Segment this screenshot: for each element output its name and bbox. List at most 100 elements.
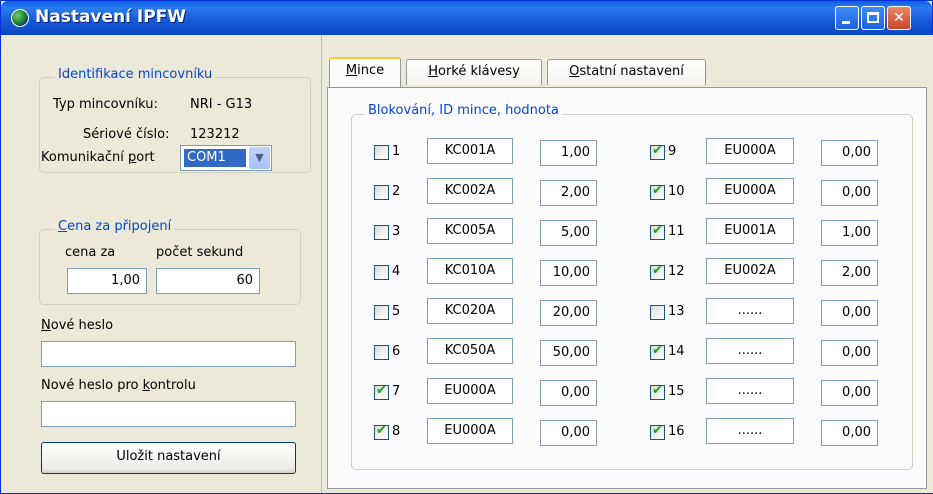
- coin-block-checkbox[interactable]: ✔: [650, 183, 665, 200]
- port-select-value: COM1: [184, 149, 246, 167]
- coin-number: 2: [392, 184, 401, 199]
- coin-id-input[interactable]: KC020A: [427, 298, 513, 324]
- coin-id-input[interactable]: KC010A: [427, 258, 513, 284]
- coin-block-checkbox[interactable]: ✔: [650, 423, 665, 440]
- confirm-password-label: Nové heslo pro kontrolu: [41, 378, 196, 393]
- checkmark-icon: ✔: [652, 383, 663, 398]
- coin-value-input[interactable]: 2,00: [540, 180, 597, 206]
- coin-value-input[interactable]: 0,00: [821, 380, 878, 406]
- price-legend: Cena za připojení: [55, 219, 175, 234]
- coin-id-input[interactable]: ......: [706, 378, 794, 404]
- coin-value-input[interactable]: 0,00: [540, 380, 597, 406]
- coin-number: 14: [668, 344, 685, 359]
- coin-number: 8: [392, 424, 401, 439]
- coin-number: 6: [392, 344, 401, 359]
- coin-id-input[interactable]: KC001A: [427, 138, 513, 164]
- coin-block-checkbox[interactable]: [374, 185, 389, 200]
- coin-number: 9: [668, 144, 677, 159]
- chevron-down-icon: ▼: [255, 151, 264, 164]
- coin-id-input[interactable]: EU000A: [706, 178, 794, 204]
- port-dropdown-button[interactable]: ▼: [249, 147, 270, 169]
- coin-block-checkbox[interactable]: ✔: [650, 263, 665, 280]
- coin-number: 16: [668, 424, 685, 439]
- title-bar[interactable]: Nastavení IPFW ✕: [1, 1, 932, 35]
- coin-value-input[interactable]: 0,00: [821, 420, 878, 446]
- settings-window: Nastavení IPFW ✕ Identifikace mincovníku…: [0, 0, 933, 494]
- coin-block-checkbox[interactable]: ✔: [650, 383, 665, 400]
- identification-legend: Identifikace mincovníku: [55, 67, 216, 82]
- coins-legend: Blokování, ID mince, hodnota: [365, 103, 562, 118]
- tab-ostatni-nastaveni[interactable]: Ostatní nastavení: [547, 59, 706, 85]
- type-value: NRI - G13: [190, 97, 253, 112]
- coin-block-checkbox[interactable]: ✔: [374, 383, 389, 400]
- coin-value-input[interactable]: 20,00: [540, 300, 597, 326]
- coin-block-checkbox[interactable]: [650, 305, 665, 320]
- cost-label: cena za: [65, 245, 116, 260]
- tab-horke-klavesy[interactable]: Horké klávesy: [406, 59, 542, 85]
- coin-block-checkbox[interactable]: ✔: [650, 143, 665, 160]
- coin-block-checkbox[interactable]: [374, 345, 389, 360]
- checkmark-icon: ✔: [652, 223, 663, 238]
- minimize-button[interactable]: [835, 6, 859, 30]
- coin-id-input[interactable]: KC050A: [427, 338, 513, 364]
- save-settings-button[interactable]: Uložit nastavení: [41, 442, 296, 474]
- serial-label: Sériové číslo:: [83, 127, 170, 142]
- type-label: Typ mincovníku:: [53, 97, 158, 112]
- coin-value-input[interactable]: 0,00: [821, 140, 878, 166]
- coin-block-checkbox[interactable]: [374, 305, 389, 320]
- coin-value-input[interactable]: 0,00: [821, 300, 878, 326]
- checkmark-icon: ✔: [652, 143, 663, 158]
- coin-id-input[interactable]: EU000A: [427, 378, 513, 404]
- globe-icon: [11, 9, 29, 27]
- coin-block-checkbox[interactable]: ✔: [374, 423, 389, 440]
- coin-block-checkbox[interactable]: ✔: [650, 223, 665, 240]
- coin-id-input[interactable]: EU000A: [706, 138, 794, 164]
- checkmark-icon: ✔: [376, 423, 387, 438]
- coin-number: 12: [668, 264, 685, 279]
- checkmark-icon: ✔: [652, 263, 663, 278]
- maximize-icon: [867, 12, 879, 23]
- coin-value-input[interactable]: 0,00: [540, 420, 597, 446]
- cost-input[interactable]: 1,00: [67, 268, 147, 294]
- coin-id-input[interactable]: ......: [706, 298, 794, 324]
- seconds-input[interactable]: 60: [156, 268, 260, 294]
- coin-number: 11: [668, 224, 685, 239]
- coin-block-checkbox[interactable]: [374, 265, 389, 280]
- coin-id-input[interactable]: KC005A: [427, 218, 513, 244]
- coin-id-input[interactable]: ......: [706, 418, 794, 444]
- coin-number: 4: [392, 264, 401, 279]
- coin-value-input[interactable]: 0,00: [821, 180, 878, 206]
- coin-value-input[interactable]: 0,00: [821, 340, 878, 366]
- coin-number: 15: [668, 384, 685, 399]
- checkmark-icon: ✔: [652, 423, 663, 438]
- close-button[interactable]: ✕: [887, 6, 911, 30]
- coin-id-input[interactable]: ......: [706, 338, 794, 364]
- coin-id-input[interactable]: KC002A: [427, 178, 513, 204]
- coin-number: 7: [392, 384, 401, 399]
- port-select[interactable]: COM1 ▼: [180, 145, 272, 171]
- maximize-button[interactable]: [861, 6, 885, 30]
- coin-id-input[interactable]: EU001A: [706, 218, 794, 244]
- checkmark-icon: ✔: [376, 383, 387, 398]
- coin-block-checkbox[interactable]: [374, 225, 389, 240]
- coin-value-input[interactable]: 1,00: [821, 220, 878, 246]
- tab-mince[interactable]: Mince: [329, 57, 401, 87]
- new-password-input[interactable]: [41, 341, 296, 367]
- coin-number: 10: [668, 184, 685, 199]
- checkmark-icon: ✔: [652, 343, 663, 358]
- close-icon: ✕: [893, 10, 905, 26]
- coin-block-checkbox[interactable]: [374, 145, 389, 160]
- serial-value: 123212: [190, 127, 240, 142]
- coin-id-input[interactable]: EU002A: [706, 258, 794, 284]
- coin-value-input[interactable]: 2,00: [821, 260, 878, 286]
- coin-value-input[interactable]: 50,00: [540, 340, 597, 366]
- coin-id-input[interactable]: EU000A: [427, 418, 513, 444]
- coin-number: 5: [392, 304, 401, 319]
- coin-number: 1: [392, 144, 401, 159]
- coin-value-input[interactable]: 1,00: [540, 140, 597, 166]
- confirm-password-input[interactable]: [41, 401, 296, 427]
- coin-value-input[interactable]: 10,00: [540, 260, 597, 286]
- coins-group: [351, 114, 913, 470]
- coin-block-checkbox[interactable]: ✔: [650, 343, 665, 360]
- coin-value-input[interactable]: 5,00: [540, 220, 597, 246]
